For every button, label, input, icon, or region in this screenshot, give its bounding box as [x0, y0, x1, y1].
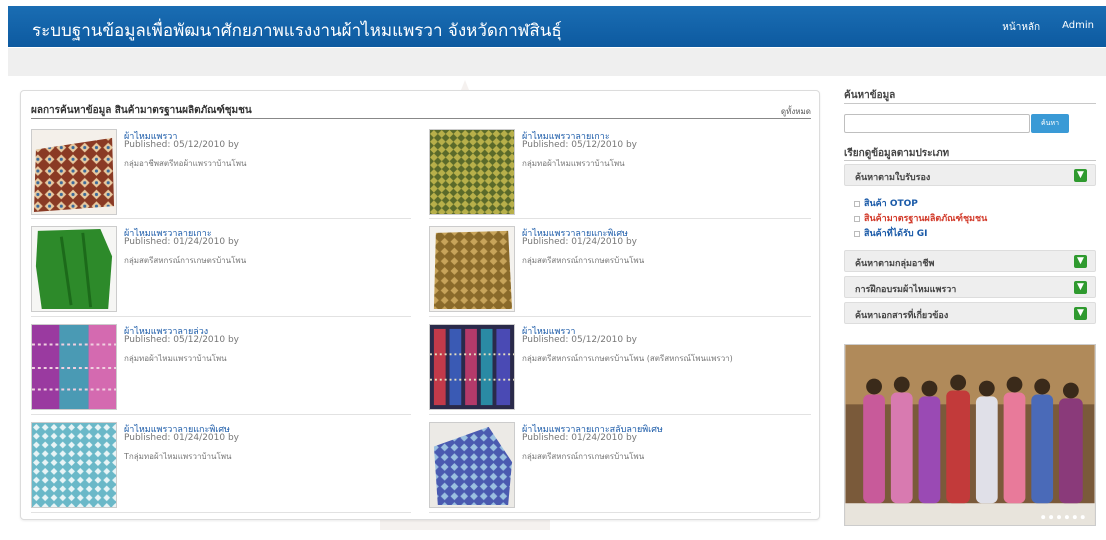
fabric-thumbnail[interactable] [429, 324, 515, 410]
result-item[interactable]: ผ้าไหมแพรวาลายล่วง Published: 05/12/2010… [31, 324, 416, 414]
row-divider [31, 218, 411, 219]
link-otop[interactable]: สินค้า OTOP [854, 196, 918, 210]
row-divider [31, 512, 411, 513]
nav-admin-link[interactable]: Admin [1062, 20, 1094, 35]
results-header: ผลการค้นหาข้อมูล สินค้ามาตรฐานผลิตภัณฑ์ช… [31, 101, 811, 119]
results-panel: ผลการค้นหาข้อมูล สินค้ามาตรฐานผลิตภัณฑ์ช… [20, 90, 820, 520]
top-nav: หน้าหลัก Admin [1002, 20, 1094, 35]
accordion-label: ค้นหาเอกสารที่เกี่ยวข้อง [855, 311, 949, 321]
row-divider [31, 414, 411, 415]
header-bar: ระบบฐานข้อมูลเพื่อพัฒนาศักยภาพแรงงานผ้าไ… [8, 6, 1106, 47]
row-divider [429, 414, 811, 415]
fabric-thumbnail[interactable] [429, 226, 515, 312]
item-published: Published: 05/12/2010 by [124, 335, 239, 345]
divider [844, 103, 1096, 104]
fabric-thumbnail[interactable] [31, 324, 117, 410]
accordion-label: ค้นหาตามกลุ่มอาชีพ [855, 259, 935, 269]
link-label: สินค้าที่ได้รับ GI [864, 229, 928, 239]
fabric-thumbnail[interactable] [429, 422, 515, 508]
divider [844, 160, 1096, 161]
sub-bar [8, 48, 1106, 76]
site-title: ระบบฐานข้อมูลเพื่อพัฒนาศักยภาพแรงงานผ้าไ… [32, 21, 562, 41]
item-published: Published: 05/12/2010 by [124, 140, 239, 150]
item-published: Published: 05/12/2010 by [522, 140, 637, 150]
expand-icon[interactable]: ▼ [1074, 307, 1087, 320]
item-group: กลุ่มสตรีสหกรณ์การเกษตรบ้านโพน (สตรีสหกร… [522, 354, 733, 363]
row-divider [429, 512, 811, 513]
result-item[interactable]: ผ้าไหมแพรวาลายเกาะ Published: 01/24/2010… [31, 226, 416, 316]
link-label: สินค้ามาตรฐานผลิตภัณฑ์ชุมชน [864, 214, 988, 224]
search-heading: ค้นหาข้อมูล [844, 90, 896, 101]
nav-home-link[interactable]: หน้าหลัก [1002, 20, 1040, 35]
expand-icon[interactable]: ▼ [1074, 169, 1087, 182]
link-label: สินค้า OTOP [864, 199, 918, 209]
item-group: กลุ่มสตรีสหกรณ์การเกษตรบ้านโพน [522, 452, 645, 461]
result-item[interactable]: ผ้าไหมแพรวาลายแกะพิเศษ Published: 01/24/… [31, 422, 416, 512]
result-item[interactable]: ผ้าไหมแพรวาลายแกะพิเศษ Published: 01/24/… [429, 226, 814, 316]
row-divider [31, 316, 411, 317]
accordion-documents[interactable]: ค้นหาเอกสารที่เกี่ยวข้อง ▼ [844, 302, 1096, 324]
view-all-link[interactable]: ดูทั้งหมด [781, 105, 811, 118]
item-group: กลุ่มสตรีสหกรณ์การเกษตรบ้านโพน [124, 256, 247, 265]
row-divider [429, 316, 811, 317]
accordion-certificate[interactable]: ค้นหาตามใบรับรอง ▼ [844, 164, 1096, 186]
item-group: กลุ่มทอผ้าไหมแพรวาบ้านโพน [522, 159, 625, 168]
item-published: Published: 01/24/2010 by [522, 433, 637, 443]
item-published: Published: 01/24/2010 by [522, 237, 637, 247]
item-published: Published: 05/12/2010 by [522, 335, 637, 345]
expand-icon[interactable]: ▼ [1074, 281, 1087, 294]
search-button[interactable]: ค้นหา [1031, 114, 1069, 133]
bullet-icon [854, 215, 860, 222]
item-group: Tกลุ่มทอผ้าไหมแพรวาบ้านโพน [124, 452, 232, 461]
item-group: กลุ่มอาชีพสตรีทอผ้าแพรวาบ้านโพน [124, 159, 247, 168]
accordion-occupation-group[interactable]: ค้นหาตามกลุ่มอาชีพ ▼ [844, 250, 1096, 272]
result-item[interactable]: ผ้าไหมแพรวาลายเกาะสลับลายพิเศษ Published… [429, 422, 814, 512]
accordion-training[interactable]: การฝึกอบรมผ้าไหมแพรวา ▼ [844, 276, 1096, 298]
search-input[interactable] [844, 114, 1030, 133]
accordion-label: การฝึกอบรมผ้าไหมแพรวา [855, 285, 957, 295]
item-group: กลุ่มทอผ้าไหมแพรวาบ้านโพน [124, 354, 227, 363]
expand-icon[interactable]: ▼ [1074, 255, 1087, 268]
link-community-standard[interactable]: สินค้ามาตรฐานผลิตภัณฑ์ชุมชน [854, 211, 987, 225]
item-group: กลุ่มสตรีสหกรณ์การเกษตรบ้านโพน [522, 256, 645, 265]
result-item[interactable]: ผ้าไหมแพรวา Published: 05/12/2010 by กลุ… [429, 324, 814, 414]
link-gi[interactable]: สินค้าที่ได้รับ GI [854, 226, 927, 240]
result-item[interactable]: ผ้าไหมแพรวา Published: 05/12/2010 by กลุ… [31, 129, 416, 219]
accordion-label: ค้นหาตามใบรับรอง [855, 173, 931, 183]
browse-heading: เรียกดูข้อมูลตามประเภท [844, 148, 950, 159]
fabric-thumbnail[interactable] [31, 129, 117, 215]
result-item[interactable]: ผ้าไหมแพรวาลายเกาะ Published: 05/12/2010… [429, 129, 814, 219]
fabric-thumbnail[interactable] [31, 422, 117, 508]
fabric-thumbnail[interactable] [429, 129, 515, 215]
certificate-links: สินค้า OTOP สินค้ามาตรฐานผลิตภัณฑ์ชุมชน … [844, 190, 1096, 244]
item-published: Published: 01/24/2010 by [124, 433, 239, 443]
bullet-icon [854, 230, 860, 237]
row-divider [429, 218, 811, 219]
group-photo [844, 344, 1096, 526]
bullet-icon [854, 200, 860, 207]
fabric-thumbnail[interactable] [31, 226, 117, 312]
results-title: ผลการค้นหาข้อมูล สินค้ามาตรฐานผลิตภัณฑ์ช… [31, 105, 252, 116]
item-published: Published: 01/24/2010 by [124, 237, 239, 247]
